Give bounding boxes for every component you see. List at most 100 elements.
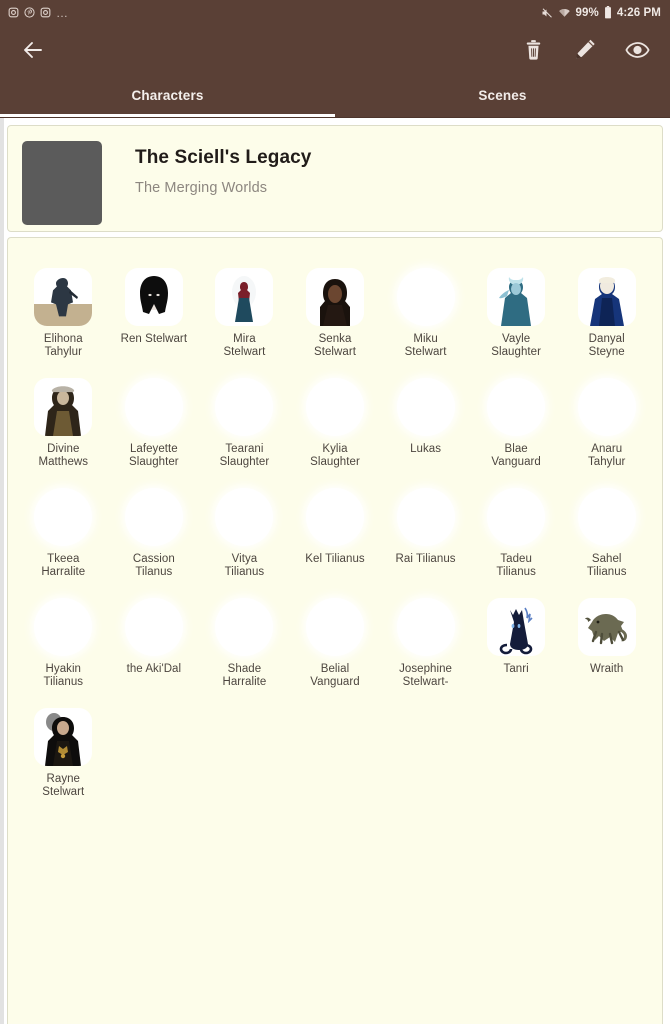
tab-scenes[interactable]: Scenes — [335, 74, 670, 117]
character-cell[interactable]: Cassion Tilanus — [109, 480, 200, 590]
character-name-label: the Aki'Dal — [126, 663, 182, 675]
character-portrait-placeholder[interactable] — [396, 488, 455, 546]
character-portrait-placeholder[interactable] — [305, 488, 364, 546]
character-cell[interactable]: Josephine Stelwart- — [380, 590, 471, 700]
character-cell[interactable]: Rayne Stelwart — [18, 700, 109, 810]
character-portrait[interactable] — [34, 268, 93, 326]
character-portrait-placeholder[interactable] — [215, 598, 274, 656]
character-name-label: Wraith — [590, 663, 624, 675]
character-portrait-placeholder[interactable] — [577, 488, 636, 546]
character-portrait-placeholder[interactable] — [487, 378, 546, 436]
character-name-label: Tkeea Harralite — [41, 553, 86, 578]
tab-characters-label: Characters — [131, 88, 204, 103]
edit-button[interactable] — [570, 35, 600, 65]
character-name-label: Danyal Steyne — [588, 333, 625, 358]
character-portrait-placeholder[interactable] — [124, 488, 183, 546]
character-cell[interactable]: Elihona Tahylur — [18, 260, 109, 370]
character-cell[interactable]: Tanri — [471, 590, 562, 700]
character-cell[interactable]: Wraith — [561, 590, 652, 700]
character-name-label: Lukas — [410, 443, 442, 455]
instagram-icon — [8, 7, 19, 18]
character-cell[interactable]: Shade Harralite — [199, 590, 290, 700]
character-cell[interactable]: Anaru Tahylur — [561, 370, 652, 480]
character-portrait[interactable] — [487, 598, 546, 656]
story-subtitle: The Merging Worlds — [135, 180, 268, 196]
tab-selection-indicator — [0, 114, 335, 117]
character-cell[interactable]: Lafeyette Slaughter — [109, 370, 200, 480]
tab-bar: Characters Scenes — [0, 74, 670, 118]
character-portrait-placeholder[interactable] — [305, 598, 364, 656]
character-portrait-placeholder[interactable] — [215, 488, 274, 546]
character-cell[interactable]: the Aki'Dal — [109, 590, 200, 700]
character-name-label: Hyakin Tilianus — [43, 663, 84, 688]
character-portrait-placeholder[interactable] — [396, 378, 455, 436]
character-cell[interactable]: Tearani Slaughter — [199, 370, 290, 480]
character-portrait-placeholder[interactable] — [577, 378, 636, 436]
character-cell[interactable]: Hyakin Tilianus — [18, 590, 109, 700]
view-button[interactable] — [622, 35, 652, 65]
trash-icon — [526, 39, 540, 60]
tab-characters[interactable]: Characters — [0, 74, 335, 117]
character-cell[interactable]: Vayle Slaughter — [471, 260, 562, 370]
character-cell[interactable]: Blae Vanguard — [471, 370, 562, 480]
character-cell[interactable]: Danyal Steyne — [561, 260, 652, 370]
character-portrait-placeholder[interactable] — [396, 268, 455, 326]
character-name-label: Miku Stelwart — [404, 333, 447, 358]
action-bar-buttons — [518, 35, 652, 65]
status-notifications: … — [8, 7, 69, 19]
battery-percent-label: 99% — [575, 6, 599, 19]
story-cover-thumbnail[interactable] — [22, 141, 102, 225]
character-name-label: Vayle Slaughter — [491, 333, 541, 358]
story-header-card[interactable]: The Sciell's Legacy The Merging Worlds — [7, 125, 663, 232]
character-portrait[interactable] — [305, 268, 364, 326]
eye-icon — [624, 41, 650, 58]
character-cell[interactable]: Vitya Tilianus — [199, 480, 290, 590]
character-portrait[interactable] — [34, 708, 93, 766]
character-portrait-placeholder[interactable] — [305, 378, 364, 436]
character-name-label: Tanri — [503, 663, 529, 675]
character-cell[interactable]: Senka Stelwart — [290, 260, 381, 370]
character-portrait-placeholder[interactable] — [34, 598, 93, 656]
status-bar: … 99% 4:26 PM — [0, 0, 670, 25]
character-portrait[interactable] — [124, 268, 183, 326]
character-cell[interactable]: Tadeu Tilianus — [471, 480, 562, 590]
mute-icon — [541, 7, 553, 19]
character-grid: Elihona Tahylur Ren Stelwart Mira Stelwa… — [18, 260, 652, 810]
instagram-icon — [40, 7, 51, 18]
delete-button[interactable] — [518, 35, 548, 65]
character-portrait-placeholder[interactable] — [215, 378, 274, 436]
character-cell[interactable]: Kylia Slaughter — [290, 370, 381, 480]
character-portrait-placeholder[interactable] — [396, 598, 455, 656]
character-portrait-placeholder[interactable] — [34, 488, 93, 546]
character-portrait[interactable] — [215, 268, 274, 326]
character-portrait-placeholder[interactable] — [124, 598, 183, 656]
back-button[interactable] — [14, 31, 52, 69]
character-name-label: Kylia Slaughter — [310, 443, 360, 468]
character-portrait[interactable] — [487, 268, 546, 326]
character-name-label: Senka Stelwart — [314, 333, 356, 358]
scrollbar[interactable] — [0, 118, 4, 1024]
character-grid-card: Elihona Tahylur Ren Stelwart Mira Stelwa… — [7, 237, 663, 1024]
character-portrait[interactable] — [577, 268, 636, 326]
battery-icon — [604, 6, 612, 19]
character-cell[interactable]: Divine Matthews — [18, 370, 109, 480]
character-cell[interactable]: Belial Vanguard — [290, 590, 381, 700]
character-cell[interactable]: Lukas — [380, 370, 471, 480]
character-name-label: Ren Stelwart — [120, 333, 188, 345]
pencil-icon — [575, 39, 595, 59]
character-cell[interactable]: Ren Stelwart — [109, 260, 200, 370]
tab-scenes-label: Scenes — [478, 88, 527, 103]
character-cell[interactable]: Sahel Tilianus — [561, 480, 652, 590]
character-name-label: Divine Matthews — [38, 443, 89, 468]
character-portrait-placeholder[interactable] — [487, 488, 546, 546]
character-cell[interactable]: Mira Stelwart — [199, 260, 290, 370]
character-name-label: Josephine Stelwart- — [399, 663, 452, 688]
character-portrait[interactable] — [34, 378, 93, 436]
character-cell[interactable]: Tkeea Harralite — [18, 480, 109, 590]
character-portrait-placeholder[interactable] — [124, 378, 183, 436]
character-cell[interactable]: Kel Tilianus — [290, 480, 381, 590]
character-cell[interactable]: Rai Tilianus — [380, 480, 471, 590]
character-cell[interactable]: Miku Stelwart — [380, 260, 471, 370]
character-portrait[interactable] — [577, 598, 636, 656]
character-name-label: Lafeyette Slaughter — [129, 443, 179, 468]
